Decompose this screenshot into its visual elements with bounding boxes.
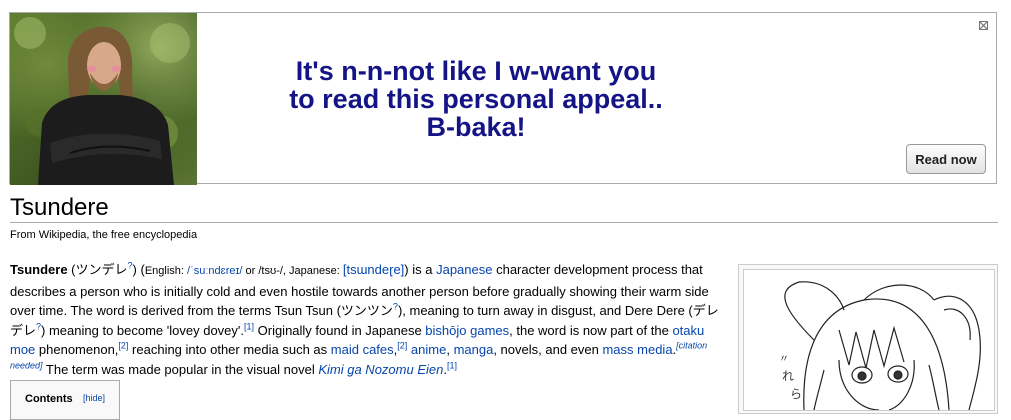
svg-text:ら: ら — [790, 387, 802, 401]
text-span: reaching into other media such as — [128, 342, 331, 357]
article-intro-paragraph: Tsundere (ツンデレ?) (English: /ˈsuːndɛreɪ/ … — [10, 260, 720, 379]
ipa-english-link[interactable]: /ˈsuːndɛreɪ/ — [187, 265, 242, 277]
toc-hide-link[interactable]: [hide] — [83, 393, 105, 403]
title-divider — [10, 222, 998, 223]
ipa-japanese-link[interactable]: [tsɯndeɽe] — [343, 262, 404, 277]
link-manga[interactable]: manga — [454, 342, 494, 357]
svg-text:〃: 〃 — [779, 354, 789, 365]
link-bishojo-games[interactable]: bishōjo games — [425, 323, 509, 338]
infobox-image-frame: れ ら 〃 — [738, 264, 998, 414]
text-span: Originally found in Japanese — [254, 322, 426, 338]
reference-link[interactable]: [1] — [447, 360, 457, 370]
banner-photo — [10, 13, 197, 185]
link-moe[interactable]: moe — [10, 342, 35, 357]
text-span: ) meaning to become 'lovey dovey'. — [41, 322, 244, 338]
toc-title: Contents — [25, 393, 73, 405]
link-mass-media[interactable]: mass media — [602, 342, 672, 357]
text-span: , novels, and even — [493, 342, 603, 357]
text-span: ) ( — [132, 262, 145, 277]
text-span: English: — [144, 265, 188, 277]
site-tagline: From Wikipedia, the free encyclopedia — [10, 229, 198, 241]
page-title: Tsundere — [10, 194, 109, 221]
reference-link[interactable]: [1] — [244, 321, 254, 331]
text-span: , — [446, 342, 454, 357]
text-span: Japanese: — [289, 265, 343, 277]
text-span: , the word is now part of the — [509, 322, 673, 338]
appeal-message: It's n-n-not like I w-want you to read t… — [198, 57, 754, 141]
appeal-line-1: It's n-n-not like I w-want you — [295, 56, 657, 86]
link-otaku[interactable]: otaku — [672, 323, 704, 338]
appeal-line-3: B-baka! — [426, 112, 526, 142]
table-of-contents: Contents [hide] — [10, 380, 120, 420]
text-span: The term was made popular in the visual … — [42, 361, 319, 377]
term-bold: Tsundere — [10, 262, 68, 277]
link-kimi-ga-nozomu-eien[interactable]: Kimi ga Nozomu Eien — [318, 362, 443, 377]
fundraising-banner: It's n-n-not like I w-want you to read t… — [9, 12, 997, 185]
link-japanese[interactable]: Japanese — [436, 262, 492, 277]
text-span: (ツンデレ — [67, 262, 128, 277]
tsundere-sketch-image[interactable]: れ ら 〃 — [743, 269, 995, 411]
text-span: phenomenon, — [35, 342, 119, 357]
reference-link[interactable]: [2] — [118, 341, 128, 351]
text-span: ) is a — [404, 262, 437, 277]
read-now-button[interactable]: Read now — [906, 144, 986, 174]
reference-link[interactable]: [2] — [397, 341, 407, 351]
link-anime[interactable]: anime — [411, 342, 446, 357]
svg-text:れ: れ — [782, 369, 794, 383]
appeal-line-2: to read this personal appeal.. — [289, 84, 663, 114]
link-maid-cafes[interactable]: maid cafes — [331, 342, 394, 357]
text-span: or /tsʊ-/, — [242, 265, 290, 277]
close-banner-icon[interactable] — [979, 21, 988, 30]
